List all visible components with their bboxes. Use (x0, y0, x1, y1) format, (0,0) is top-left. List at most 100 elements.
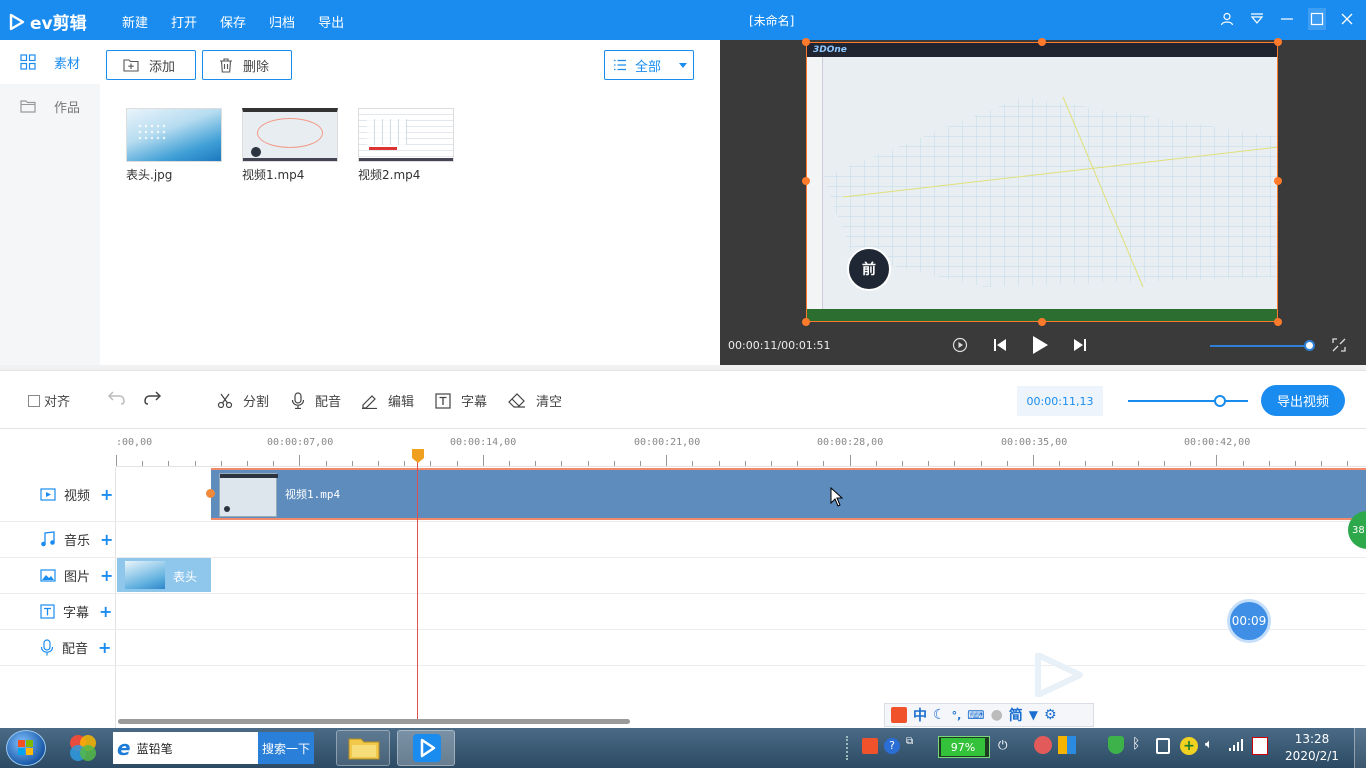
media-item[interactable]: 视频1.mp4 (242, 108, 338, 183)
ime-skin-icon[interactable]: ▼ (1029, 708, 1038, 722)
bluetooth-icon[interactable]: ᛒ (1132, 736, 1140, 752)
resize-handle[interactable] (1038, 318, 1046, 326)
resize-handle[interactable] (802, 318, 810, 326)
tray-window-icon[interactable]: ⧉ (906, 736, 913, 747)
taskbar-ev-editor-button[interactable] (397, 730, 455, 766)
battery-level: 97% (941, 738, 985, 756)
app-logo: ev剪辑 (8, 9, 87, 34)
tray-plus-icon[interactable]: + (1180, 737, 1198, 755)
speaker-icon[interactable]: 🔈︎ (1205, 737, 1213, 752)
volume-slider[interactable] (1210, 345, 1310, 347)
clock[interactable]: 13:28 2020/2/1 (1280, 732, 1344, 763)
edit-button[interactable]: 编辑 (361, 391, 414, 410)
media-item[interactable]: 视频2.mp4 (358, 108, 454, 183)
add-music-icon[interactable]: + (100, 530, 113, 549)
clear-button[interactable]: 清空 (508, 391, 562, 410)
fullscreen-icon[interactable] (1332, 338, 1346, 355)
search-submit-button[interactable]: 搜索一下 (258, 732, 314, 764)
close-button[interactable] (1338, 8, 1356, 30)
maximize-button[interactable] (1308, 8, 1326, 30)
split-button[interactable]: 分割 (217, 391, 269, 410)
mouse-cursor-icon (830, 487, 844, 507)
taskbar-explorer-button[interactable] (336, 730, 390, 766)
resize-handle[interactable] (802, 177, 810, 185)
track-divider (0, 593, 1366, 594)
ime-simplified[interactable]: 简 (1009, 705, 1023, 725)
align-checkbox[interactable]: 对齐 (28, 391, 70, 410)
help-icon[interactable]: ? (884, 738, 900, 754)
browser-search-box[interactable]: e 蓝铅笔 (113, 732, 258, 764)
undo-button[interactable] (108, 391, 126, 405)
usb-device-icon[interactable] (1156, 738, 1170, 754)
resize-handle[interactable] (802, 38, 810, 46)
ime-punct-icon[interactable]: °, (952, 709, 962, 722)
menu-new[interactable]: 新建 (122, 12, 148, 31)
track-divider (0, 629, 1366, 630)
export-video-button[interactable]: 导出视频 (1261, 385, 1345, 416)
badge-char: 前 (862, 262, 876, 278)
play-icon[interactable] (1031, 335, 1049, 358)
start-button[interactable] (6, 730, 46, 766)
timeline-scrollbar[interactable] (118, 719, 630, 724)
minimize-button[interactable] (1278, 8, 1296, 30)
menu-export[interactable]: 导出 (318, 12, 344, 31)
redo-button[interactable] (143, 391, 161, 405)
resize-handle[interactable] (1038, 38, 1046, 46)
ime-user-icon[interactable]: ● (991, 707, 1003, 723)
volume-slider-thumb[interactable] (1304, 340, 1315, 351)
delete-button[interactable]: 删除 (202, 50, 292, 80)
tray-ime-icon[interactable] (862, 738, 878, 754)
image-clip[interactable]: 表头 (117, 558, 211, 592)
mic-icon (40, 638, 54, 655)
menu-archive[interactable]: 归档 (269, 12, 295, 31)
security-shield-icon[interactable] (1108, 736, 1124, 754)
action-center-flag-icon[interactable] (1252, 737, 1268, 755)
sidebar-item-works[interactable]: 作品 (0, 84, 100, 128)
network-signal-icon[interactable] (1228, 738, 1244, 755)
add-image-icon[interactable]: + (100, 566, 113, 585)
user-icon[interactable] (1218, 8, 1236, 30)
ime-keyboard-icon[interactable]: ⌨ (967, 708, 984, 722)
timeline-panel: :00,00 00:00:07,00 00:00:14,00 00:00:21,… (0, 428, 1366, 729)
show-desktop-button[interactable] (1354, 728, 1366, 768)
previous-frame-icon[interactable] (993, 338, 1007, 355)
menu-open[interactable]: 打开 (171, 12, 197, 31)
clip-name: 视频1.mp4 (285, 488, 341, 501)
zoom-slider[interactable] (1128, 400, 1248, 402)
dropdown-menu-icon[interactable] (1248, 8, 1266, 30)
add-video-icon[interactable]: + (100, 485, 113, 504)
floating-timer[interactable]: 00:09 (1227, 599, 1271, 643)
tray-app-icon[interactable] (1034, 736, 1052, 754)
next-frame-icon[interactable] (1073, 338, 1087, 355)
subtitle-button[interactable]: 字幕 (435, 391, 487, 410)
add-dub-icon[interactable]: + (98, 638, 111, 657)
ime-moon-icon[interactable]: ☾ (933, 707, 946, 723)
time-ruler[interactable]: :00,00 00:00:07,00 00:00:14,00 00:00:21,… (116, 429, 1366, 467)
edit-label: 编辑 (388, 395, 415, 410)
resize-handle[interactable] (1274, 38, 1282, 46)
colorful-app-icon[interactable] (66, 732, 100, 764)
battery-indicator[interactable]: 97% (938, 736, 990, 758)
resize-handle[interactable] (1274, 318, 1282, 326)
menu-save[interactable]: 保存 (220, 12, 246, 31)
sidebar-item-material[interactable]: 素材 (0, 40, 100, 84)
ime-mode-chinese[interactable]: 中 (913, 705, 927, 725)
replay-icon[interactable] (952, 337, 968, 356)
clip-start-handle[interactable] (206, 489, 215, 498)
ime-logo-icon[interactable] (891, 707, 907, 723)
resize-handle[interactable] (1274, 177, 1282, 185)
playhead-handle[interactable] (412, 449, 424, 463)
dub-button[interactable]: 配音 (291, 391, 341, 410)
filter-select[interactable]: 全部 (604, 50, 694, 80)
add-subtitle-icon[interactable]: + (99, 602, 112, 621)
ime-settings-icon[interactable]: ⚙ (1044, 707, 1057, 723)
add-button[interactable]: 添加 (106, 50, 196, 80)
checkbox-box[interactable] (28, 394, 40, 407)
power-plug-icon[interactable]: ⏻ (998, 738, 1018, 754)
zoom-slider-thumb[interactable] (1214, 395, 1226, 407)
video-clip[interactable]: 视频1.mp4 (211, 468, 1366, 520)
folder-icon (348, 738, 380, 760)
tray-grid-icon[interactable] (1058, 736, 1076, 754)
media-item[interactable]: 表头.jpg (126, 108, 222, 183)
track-header-dub: 配音 + (0, 629, 116, 665)
